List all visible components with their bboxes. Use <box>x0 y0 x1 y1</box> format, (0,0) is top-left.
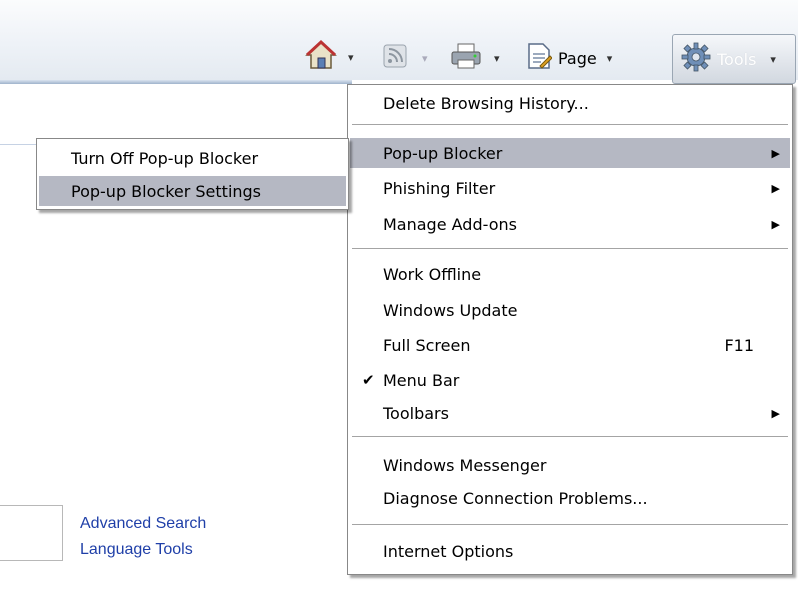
menu-item-delete-browsing-history[interactable]: Delete Browsing History... <box>350 88 790 118</box>
print-icon <box>450 42 482 74</box>
menu-item-full-screen[interactable]: Full Screen F11 <box>350 330 790 360</box>
tools-button[interactable]: Tools ▾ <box>672 34 796 84</box>
submenu-arrow-icon: ▶ <box>771 146 780 160</box>
menu-item-label: Toolbars <box>383 403 449 423</box>
menu-item-work-offline[interactable]: Work Offline <box>350 259 790 289</box>
print-dropdown-icon[interactable]: ▾ <box>494 52 500 65</box>
menu-item-label: Pop-up Blocker Settings <box>71 181 262 201</box>
feeds-button[interactable]: ▾ <box>382 44 428 72</box>
tools-label: Tools <box>717 49 757 69</box>
print-button[interactable]: ▾ <box>450 42 500 74</box>
search-input[interactable] <box>0 505 63 561</box>
submenu-arrow-icon: ▶ <box>771 217 780 231</box>
menu-separator <box>352 524 788 525</box>
submenu-arrow-icon: ▶ <box>771 406 780 420</box>
home-dropdown-icon[interactable]: ▾ <box>348 51 354 64</box>
home-icon <box>304 39 338 75</box>
menu-item-label: Full Screen <box>383 335 471 355</box>
checkmark-icon: ✔ <box>362 371 375 389</box>
submenu-arrow-icon: ▶ <box>771 181 780 195</box>
menu-item-internet-options[interactable]: Internet Options <box>350 536 790 566</box>
feeds-dropdown-icon[interactable]: ▾ <box>422 52 428 65</box>
page-dropdown-icon[interactable]: ▾ <box>607 52 613 65</box>
menu-item-diagnose-connection-problems[interactable]: Diagnose Connection Problems... <box>350 483 790 513</box>
menu-item-manage-add-ons[interactable]: Manage Add-ons ▶ <box>350 209 790 239</box>
popup-blocker-submenu: Turn Off Pop-up Blocker Pop-up Blocker S… <box>36 138 349 210</box>
menu-item-label: Internet Options <box>383 541 514 561</box>
menu-item-label: Work Offline <box>383 264 482 284</box>
gear-icon <box>681 42 711 76</box>
menu-item-label: Diagnose Connection Problems... <box>383 488 648 508</box>
menu-separator <box>352 248 788 249</box>
page-icon <box>526 42 553 74</box>
tools-dropdown-icon[interactable]: ▾ <box>770 53 776 66</box>
feeds-icon <box>382 43 408 73</box>
advanced-search-link[interactable]: Advanced Search <box>80 515 206 533</box>
menu-item-popup-blocker-settings[interactable]: Pop-up Blocker Settings <box>39 176 346 206</box>
menu-item-windows-messenger[interactable]: Windows Messenger <box>350 450 790 480</box>
toolbar-divider <box>0 80 352 84</box>
tools-menu: Delete Browsing History... Pop-up Blocke… <box>347 84 793 575</box>
menu-item-label: Windows Update <box>383 300 518 320</box>
menu-item-label: Manage Add-ons <box>383 214 517 234</box>
language-tools-link[interactable]: Language Tools <box>80 541 193 559</box>
page-label: Page <box>558 48 597 68</box>
menu-item-phishing-filter[interactable]: Phishing Filter ▶ <box>350 173 790 203</box>
shortcut-label: F11 <box>724 335 754 355</box>
menu-separator <box>352 124 788 125</box>
menu-item-label: Turn Off Pop-up Blocker <box>71 148 259 168</box>
menu-item-windows-update[interactable]: Windows Update <box>350 295 790 325</box>
menu-item-turn-off-popup-blocker[interactable]: Turn Off Pop-up Blocker <box>39 143 346 173</box>
menu-item-label: Delete Browsing History... <box>383 93 589 113</box>
menu-item-label: Pop-up Blocker <box>383 143 503 163</box>
home-button[interactable]: ▾ <box>304 39 354 75</box>
menu-item-menu-bar[interactable]: ✔ Menu Bar <box>350 365 790 395</box>
menu-item-label: Windows Messenger <box>383 455 547 475</box>
menu-item-label: Menu Bar <box>383 370 460 390</box>
menu-item-toolbars[interactable]: Toolbars ▶ <box>350 398 790 428</box>
menu-item-popup-blocker[interactable]: Pop-up Blocker ▶ <box>350 138 790 168</box>
page-button[interactable]: Page ▾ <box>526 42 612 74</box>
menu-item-label: Phishing Filter <box>383 178 496 198</box>
menu-separator <box>352 436 788 437</box>
